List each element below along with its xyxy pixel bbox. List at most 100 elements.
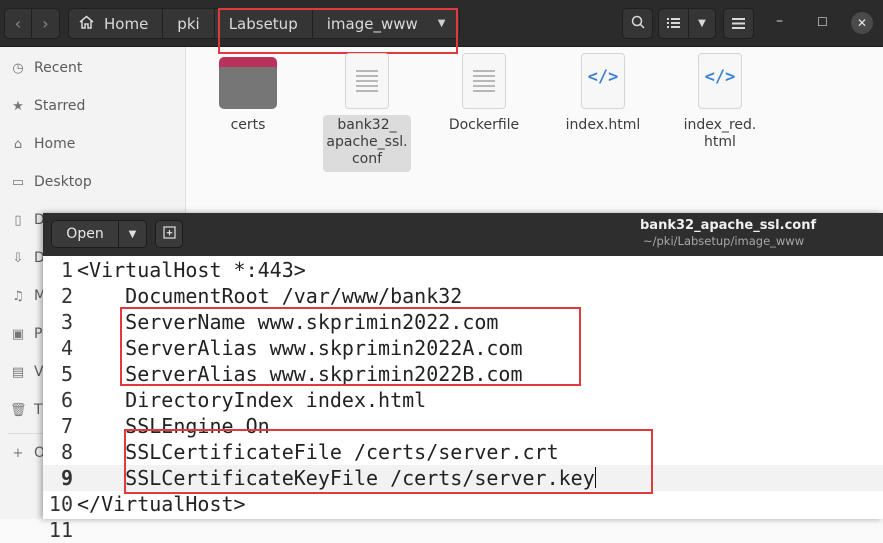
sidebar-item-home[interactable]: ⌂ Home <box>0 125 185 163</box>
sidebar-item-label: T <box>34 402 43 418</box>
file-item-dockerfile[interactable]: Dockerfile <box>440 53 528 138</box>
html-file-icon: </> <box>581 53 625 109</box>
path-home-button[interactable]: Home <box>68 8 164 39</box>
maximize-button[interactable]: ☐ <box>817 15 828 29</box>
line-number: 10 <box>48 492 73 516</box>
text-editor-window: Open ▼ bank32_apache_ssl.conf ~/pki/Labs… <box>43 213 883 542</box>
list-view-button[interactable] <box>658 8 689 39</box>
line-text: DocumentRoot /var/www/bank32 <box>77 284 463 308</box>
sidebar-item-label: Starred <box>34 98 86 114</box>
path-pki-button[interactable]: pki <box>163 8 215 39</box>
code-line[interactable]: 1 <VirtualHost *:443> <box>43 257 883 283</box>
file-item-index-html[interactable]: </> index.html <box>559 53 647 138</box>
code-line[interactable]: 4 ServerAlias www.skprimin2022A.com <box>43 335 883 361</box>
editor-headerbar: Open ▼ bank32_apache_ssl.conf ~/pki/Labs… <box>43 213 883 256</box>
line-text: ServerAlias www.skprimin2022B.com <box>77 362 523 386</box>
line-number: 1 <box>60 258 73 282</box>
back-button[interactable]: ‹ <box>4 8 32 39</box>
picture-icon: ▣ <box>11 326 25 342</box>
folder-icon <box>219 57 277 109</box>
chevron-right-icon: › <box>42 14 49 33</box>
file-name: Dockerfile <box>448 117 520 133</box>
code-line[interactable]: 7 SSLEngine On <box>43 413 883 439</box>
sidebar-item-starred[interactable]: ★ Starred <box>0 87 185 125</box>
navigation-buttons: ‹ › <box>4 8 60 39</box>
line-text: SSLEngine On <box>77 414 270 438</box>
path-current-label: image_www <box>326 14 418 33</box>
code-line[interactable]: 5 ServerAlias www.skprimin2022B.com <box>43 361 883 387</box>
search-button[interactable] <box>622 8 653 39</box>
file-name: bank32_ apache_ssl. conf <box>323 115 411 172</box>
search-icon <box>631 15 645 33</box>
line-text: ServerAlias www.skprimin2022A.com <box>77 336 523 360</box>
sidebar-item-recent[interactable]: ◷ Recent <box>0 49 185 87</box>
sidebar-item-desktop[interactable]: ▭ Desktop <box>0 163 185 201</box>
trash-icon: 🗑 <box>10 402 27 418</box>
code-view[interactable]: 1 <VirtualHost *:443> 2 DocumentRoot /var/… <box>43 256 883 542</box>
line-number: 11 <box>48 518 73 542</box>
caret-down-icon: ▼ <box>437 18 446 29</box>
file-manager-headerbar: ‹ › Home pki Labsetup image_www ▼ ▼ – ☐ … <box>0 0 883 47</box>
file-item-index-red-html[interactable]: </> index_red. html <box>676 53 764 155</box>
code-line[interactable]: 3 ServerName www.skprimin2022.com <box>43 309 883 335</box>
forward-button[interactable]: › <box>32 8 60 39</box>
path-current-button[interactable]: image_www ▼ <box>312 8 461 39</box>
clock-icon: ◷ <box>12 60 24 76</box>
path-labsetup-button[interactable]: Labsetup <box>214 8 313 39</box>
line-text: SSLCertificateKeyFile /certs/server.key <box>77 466 596 490</box>
music-icon: ♫ <box>12 288 24 304</box>
code-line[interactable]: 8 SSLCertificateFile /certs/server.crt <box>43 439 883 465</box>
plus-icon: + <box>12 445 24 461</box>
close-icon: ✕ <box>856 16 868 30</box>
open-button[interactable]: Open ▼ <box>51 220 147 248</box>
new-tab-icon <box>162 225 176 243</box>
new-document-button[interactable] <box>155 220 183 248</box>
home-icon <box>79 15 94 33</box>
maximize-icon: ☐ <box>817 15 828 29</box>
line-text: <VirtualHost *:443> <box>77 258 306 282</box>
path-pki-label: pki <box>177 14 200 33</box>
line-number: 7 <box>60 414 73 438</box>
path-bar: Home pki Labsetup image_www ▼ <box>68 8 461 39</box>
line-number: 3 <box>60 310 73 334</box>
code-line[interactable]: 10 </VirtualHost> <box>43 491 883 517</box>
open-button-label: Open <box>52 221 119 247</box>
caret-down-icon: ▼ <box>698 18 706 29</box>
file-item-bank32-conf[interactable]: bank32_ apache_ssl. conf <box>323 53 411 172</box>
html-file-icon: </> <box>698 53 742 109</box>
desktop-icon: ▭ <box>11 174 25 190</box>
chevron-left-icon: ‹ <box>14 14 22 33</box>
text-cursor <box>594 467 596 488</box>
path-home-label: Home <box>104 14 149 33</box>
path-labsetup-label: Labsetup <box>228 14 298 33</box>
sidebar-item-label: P <box>34 326 43 342</box>
code-line[interactable]: 9 SSLCertificateKeyFile /certs/server.ke… <box>43 465 883 491</box>
sidebar-item-label: Recent <box>34 60 83 76</box>
caret-down-icon[interactable]: ▼ <box>119 221 146 247</box>
document-title: bank32_apache_ssl.conf <box>640 218 817 233</box>
file-name: index.html <box>565 117 641 133</box>
file-item-certs[interactable]: certs <box>204 53 292 138</box>
file-name: index_red. html <box>683 117 757 150</box>
line-text: DirectoryIndex index.html <box>77 388 427 412</box>
code-line[interactable]: 2 DocumentRoot /var/www/bank32 <box>43 283 883 309</box>
document-icon: ▯ <box>14 212 22 228</box>
sidebar-item-label: Home <box>34 136 76 152</box>
menu-button[interactable] <box>723 8 754 39</box>
code-line[interactable]: 6 DirectoryIndex index.html <box>43 387 883 413</box>
line-number: 8 <box>60 440 73 464</box>
hamburger-menu-icon <box>732 15 745 33</box>
view-options-button[interactable]: ▼ <box>688 8 716 39</box>
line-number: 9 <box>60 466 73 490</box>
text-file-icon <box>462 53 506 109</box>
line-number: 2 <box>60 284 73 308</box>
document-path: ~/pki/Labsetup/image_www <box>643 234 805 248</box>
list-view-icon <box>667 15 680 33</box>
close-button[interactable]: ✕ <box>851 12 873 34</box>
sidebar-item-label: Desktop <box>34 174 92 190</box>
line-number: 4 <box>60 336 73 360</box>
code-line[interactable]: 11 <box>43 517 883 543</box>
line-text: ServerName www.skprimin2022.com <box>77 310 499 334</box>
file-grid: certs bank32_ apache_ssl. conf Dockerfil… <box>186 47 883 217</box>
minimize-button[interactable]: – <box>776 13 783 29</box>
